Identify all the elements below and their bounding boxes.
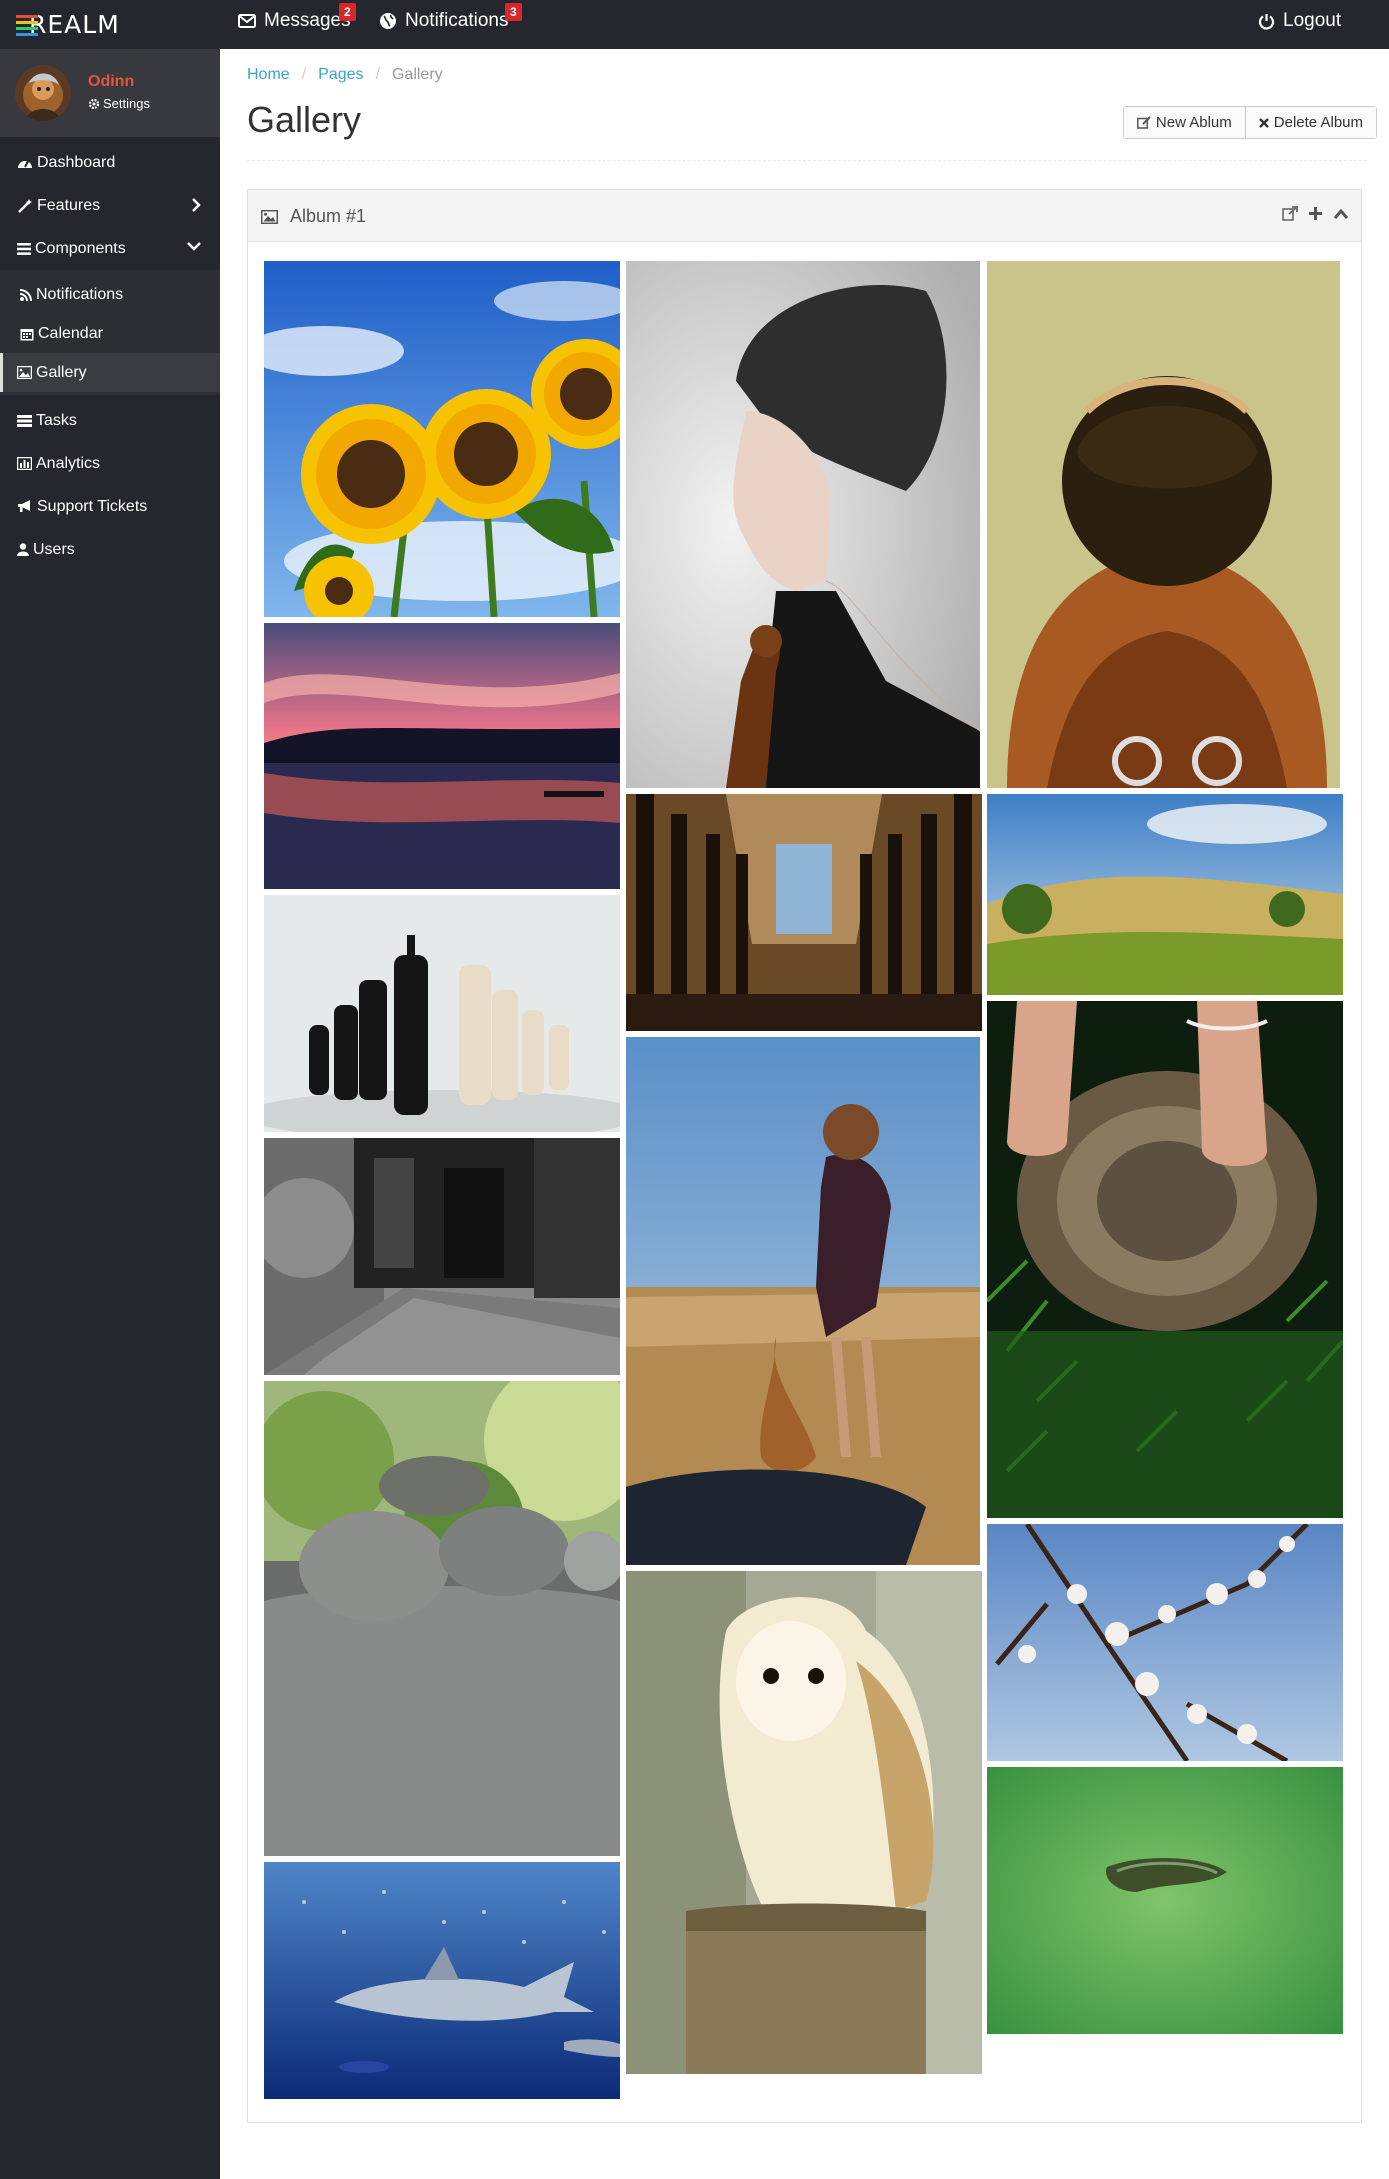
breadcrumb-current: Gallery	[391, 66, 443, 83]
close-icon	[1258, 117, 1269, 128]
external-link-icon[interactable]	[1282, 206, 1298, 221]
gallery-photo-island-aerial[interactable]	[987, 1767, 1343, 2034]
notifications-link[interactable]: Notifications	[379, 10, 509, 32]
sidebar-item-calendar[interactable]: Calendar	[0, 314, 220, 353]
album-title: Album #1	[290, 206, 367, 226]
album-panel: Album #1	[247, 189, 1362, 2123]
gallery-photo-shark[interactable]	[264, 1862, 620, 2099]
gallery-photo-chess-pieces[interactable]	[264, 895, 620, 1132]
gear-icon	[88, 98, 100, 109]
rss-icon	[20, 288, 32, 301]
sidebar-item-users[interactable]: Users	[0, 528, 220, 571]
gallery-photo-stacked-rocks[interactable]	[264, 1381, 620, 1856]
sidebar-item-label: Features	[37, 196, 101, 214]
sidebar-item-notifications[interactable]: Notifications	[0, 275, 220, 314]
messages-label: Messages	[264, 10, 351, 31]
chevron-right-icon	[192, 198, 201, 212]
power-icon	[1258, 13, 1275, 30]
breadcrumb-separator: /	[375, 66, 380, 83]
settings-link[interactable]: Settings	[88, 96, 150, 111]
breadcrumb-home[interactable]: Home	[247, 66, 290, 84]
logout-label: Logout	[1283, 10, 1342, 31]
sidebar-item-label: Calendar	[38, 324, 103, 342]
chevron-down-icon	[187, 242, 201, 251]
globe-icon	[380, 13, 396, 29]
sidebar-item-label: Users	[33, 540, 75, 558]
delete-album-button[interactable]: Delete Album	[1244, 107, 1376, 138]
main-content: Home / Pages / Gallery Gallery New Ablum…	[220, 49, 1389, 2179]
gallery-photo-girl-guitar[interactable]	[626, 1037, 980, 1565]
sidebar-item-label: Tasks	[36, 411, 77, 429]
new-album-button[interactable]: New Ablum	[1123, 107, 1245, 138]
gallery-photo-bare-feet[interactable]	[987, 1001, 1343, 1518]
logo-bars-icon	[16, 12, 38, 36]
calendar-icon	[20, 328, 34, 340]
sidebar-item-label: Support Tickets	[37, 497, 148, 515]
delete-album-label: Delete Album	[1273, 114, 1363, 131]
dashboard-icon	[18, 160, 32, 168]
user-panel: Odinn Settings	[0, 49, 220, 137]
sidebar: Odinn Settings Dashboard Features Compon…	[0, 49, 220, 2179]
new-album-label: New Ablum	[1155, 114, 1232, 131]
gallery-photo-cathedral[interactable]	[626, 794, 982, 1031]
bullhorn-icon	[18, 500, 30, 512]
sidebar-item-features[interactable]: Features	[0, 184, 220, 227]
sidebar-menu: Dashboard Features Components Notificati…	[0, 141, 220, 571]
sidebar-item-components[interactable]: Components	[0, 227, 220, 270]
sidebar-item-label: Notifications	[36, 285, 124, 303]
bars-icon	[17, 242, 31, 255]
breadcrumb-pages[interactable]: Pages	[318, 66, 363, 84]
bar-chart-icon	[17, 457, 32, 470]
album-actions: New Ablum Delete Album	[1122, 106, 1377, 139]
page-title: Gallery	[247, 99, 362, 140]
picture-icon	[261, 209, 278, 224]
gallery-photo-woman-violin[interactable]	[626, 261, 980, 788]
gallery-photo-astronaut[interactable]	[987, 261, 1340, 788]
messages-link[interactable]: Messages	[238, 10, 351, 32]
components-submenu: Notifications Calendar Gallery	[0, 270, 220, 395]
sidebar-item-label: Analytics	[36, 454, 101, 472]
magic-wand-icon	[18, 198, 32, 213]
breadcrumb-separator: /	[301, 66, 307, 83]
user-name[interactable]: Odinn	[88, 73, 134, 91]
picture-icon	[17, 366, 32, 379]
sidebar-item-label: Components	[35, 239, 126, 257]
settings-label: Settings	[103, 96, 150, 111]
gallery-photo-sunflowers[interactable]	[264, 261, 620, 617]
messages-count-badge: 2	[339, 3, 356, 21]
gallery-photo-barn-owl[interactable]	[626, 1571, 982, 2074]
gallery-photo-abandoned-building[interactable]	[264, 1138, 620, 1375]
sidebar-item-label: Gallery	[36, 363, 87, 381]
user-icon	[17, 543, 29, 556]
breadcrumb: Home / Pages / Gallery	[247, 66, 443, 84]
sidebar-item-support-tickets[interactable]: Support Tickets	[0, 485, 220, 528]
edit-icon	[1136, 116, 1151, 129]
plus-icon[interactable]	[1308, 206, 1323, 221]
sidebar-item-gallery[interactable]: Gallery	[0, 353, 220, 392]
gallery-photo-green-hills[interactable]	[987, 794, 1343, 995]
top-navbar: REALM Messages 2 Notifications 3 Logout	[0, 0, 1389, 49]
sidebar-item-analytics[interactable]: Analytics	[0, 442, 220, 485]
divider	[247, 160, 1367, 161]
notifications-label: Notifications	[405, 10, 509, 31]
brand-logo[interactable]: REALM	[16, 8, 120, 40]
sidebar-item-tasks[interactable]: Tasks	[0, 399, 220, 442]
logout-link[interactable]: Logout	[1258, 10, 1341, 32]
album-panel-header: Album #1	[248, 190, 1361, 242]
gallery-photo-sunset-lake[interactable]	[264, 623, 620, 889]
brand-name: REALM	[29, 9, 120, 39]
envelope-icon	[238, 14, 256, 28]
gallery-photo-cherry-blossoms[interactable]	[987, 1524, 1343, 1761]
sidebar-item-label: Dashboard	[37, 153, 116, 171]
avatar[interactable]	[15, 65, 71, 121]
sidebar-item-dashboard[interactable]: Dashboard	[0, 141, 220, 184]
notifications-count-badge: 3	[505, 3, 522, 21]
tasks-icon	[17, 414, 32, 427]
chevron-up-icon[interactable]	[1333, 208, 1349, 220]
